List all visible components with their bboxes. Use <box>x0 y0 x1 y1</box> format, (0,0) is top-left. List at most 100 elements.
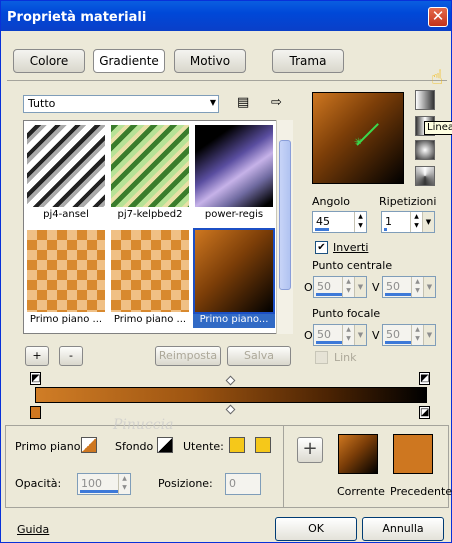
gallery-item-selected[interactable]: Primo piano... <box>193 228 275 328</box>
tab-gradiente[interactable]: Gradiente <box>93 49 165 73</box>
chevron-down-icon[interactable]: ▼ <box>423 325 435 345</box>
gradient-gallery: pj4-ansel pj7-kelpbed2 power-regis Primo… <box>23 120 293 334</box>
foreground-swatch[interactable] <box>81 437 97 453</box>
gallery-item[interactable]: pj7-kelpbed2 <box>109 123 191 223</box>
add-gradient-button[interactable]: + <box>25 346 49 366</box>
gallery-scrollbar[interactable] <box>276 120 293 334</box>
current-label: Corrente <box>337 485 385 498</box>
radial-type-button[interactable] <box>415 166 435 186</box>
save-button[interactable]: Salva <box>227 346 291 366</box>
arrow-right-icon[interactable]: ⇨ <box>271 95 282 110</box>
center-v-value: 50 <box>386 280 400 293</box>
chevron-down-icon[interactable]: ▼ <box>423 277 435 297</box>
gallery-item-label: Primo piano ... <box>109 314 191 328</box>
tab-colore[interactable]: Colore <box>13 49 85 73</box>
chevron-down-icon[interactable]: ▼ <box>422 212 434 232</box>
gradient-editor-bar[interactable] <box>35 387 427 403</box>
linear-type-button[interactable] <box>415 90 435 110</box>
focal-v-spinner[interactable]: 50 ▲ ▼ ▼ <box>382 324 436 346</box>
repeats-spinner[interactable]: 1 ▲ ▼ ▼ <box>381 211 435 233</box>
gallery-item-label: Primo piano... <box>193 314 275 328</box>
filter-value: Tutto <box>28 97 56 110</box>
opacity-stop-right[interactable]: ◩ <box>419 372 430 385</box>
remove-gradient-button[interactable]: - <box>59 346 83 366</box>
tab-trama[interactable]: Trama <box>272 49 344 73</box>
link-checkbox[interactable] <box>315 351 328 364</box>
gallery-item[interactable]: pj4-ansel <box>25 123 107 223</box>
center-v-label: V <box>372 281 380 294</box>
focal-v-level-bar <box>385 341 411 344</box>
chevron-down-icon[interactable]: ▼ <box>354 277 366 297</box>
spin-arrows-icon[interactable]: ▲ ▼ <box>118 474 130 494</box>
reset-button[interactable]: Reimposta <box>155 346 221 366</box>
background-swatch[interactable] <box>157 437 173 453</box>
focal-h-value: 50 <box>317 328 331 341</box>
resource-manager-icon[interactable]: ▤ <box>237 95 249 110</box>
angle-level-bar <box>315 228 329 231</box>
gallery-item[interactable]: power-regis <box>193 123 275 223</box>
thumbnail <box>111 125 189 207</box>
title-bar: Proprietà materiali ✕ <box>1 1 451 31</box>
angle-spinner[interactable]: 45 ▲ ▼ <box>312 211 367 233</box>
window-title: Proprietà materiali <box>7 10 147 25</box>
opacity-midpoint[interactable] <box>225 375 236 386</box>
gallery-item[interactable]: Primo piano ... <box>25 228 107 328</box>
center-h-value: 50 <box>317 280 331 293</box>
gradient-preview[interactable]: ✳ <box>312 92 404 184</box>
opacity-spinner[interactable]: 100 ▲ ▼ <box>77 473 131 495</box>
center-point-icon[interactable]: ✳ <box>354 137 362 148</box>
close-button[interactable]: ✕ <box>428 7 448 27</box>
spin-arrows-icon[interactable]: ▲ ▼ <box>354 212 366 232</box>
spin-arrows-icon[interactable]: ▲ ▼ <box>411 325 423 345</box>
gallery-item[interactable]: Primo piano ... <box>109 228 191 328</box>
help-link[interactable]: Guida <box>17 523 49 536</box>
thumbnail <box>193 228 275 314</box>
repeats-value: 1 <box>385 215 392 228</box>
center-h-label: O <box>304 281 313 294</box>
center-h-level-bar <box>316 293 342 296</box>
opacity-stop-left[interactable]: ◩ <box>30 372 41 385</box>
color-stop-right[interactable]: ◪ <box>419 406 430 419</box>
watermark: Pinuccia <box>113 417 174 433</box>
spin-arrows-icon[interactable]: ▲ ▼ <box>342 277 354 297</box>
tab-motivo[interactable]: Motivo <box>174 49 246 73</box>
cancel-button[interactable]: Annulla <box>362 517 444 541</box>
spin-arrows-icon[interactable]: ▲ ▼ <box>410 212 422 232</box>
previous-swatch[interactable] <box>393 434 433 474</box>
tab-divider <box>7 80 447 81</box>
angle-label: Angolo <box>312 195 350 208</box>
user-color-picker[interactable] <box>255 437 271 453</box>
scrollbar-thumb[interactable] <box>279 140 291 290</box>
thumbnail <box>27 230 105 312</box>
repeats-level-bar <box>384 228 387 231</box>
color-midpoint[interactable] <box>225 404 236 415</box>
spin-arrows-icon[interactable]: ▲ ▼ <box>411 277 423 297</box>
current-gradient-swatch[interactable] <box>338 434 378 474</box>
center-h-spinner[interactable]: 50 ▲ ▼ ▼ <box>313 276 367 298</box>
focal-point-label: Punto focale <box>312 307 381 320</box>
sunburst-type-button[interactable] <box>415 140 435 160</box>
angle-value: 45 <box>316 215 330 228</box>
color-stop-left[interactable] <box>30 406 41 419</box>
chevron-down-icon: ▼ <box>209 98 216 107</box>
gradient-filter-select[interactable]: Tutto ▼ <box>23 95 219 113</box>
invert-checkbox[interactable]: ✔ <box>315 241 328 254</box>
position-field[interactable]: 0 <box>225 473 261 495</box>
gallery-item-label: pj7-kelpbed2 <box>109 209 191 223</box>
chevron-down-icon[interactable]: ▼ <box>354 325 366 345</box>
focal-h-label: O <box>304 329 313 342</box>
hand-pointer-icon: ☝ <box>431 65 444 89</box>
focal-v-value: 50 <box>386 328 400 341</box>
focal-h-spinner[interactable]: 50 ▲ ▼ ▼ <box>313 324 367 346</box>
user-swatch[interactable] <box>229 437 245 453</box>
ok-button[interactable]: OK <box>275 517 357 541</box>
opacity-value: 100 <box>81 477 102 490</box>
spin-arrows-icon[interactable]: ▲ ▼ <box>342 325 354 345</box>
thumbnail <box>111 230 189 312</box>
center-v-spinner[interactable]: 50 ▲ ▼ ▼ <box>382 276 436 298</box>
focal-v-label: V <box>372 329 380 342</box>
opacity-label: Opacità: <box>15 477 62 490</box>
gallery-item-label: pj4-ansel <box>25 209 107 223</box>
thumbnail <box>195 125 273 207</box>
add-swatch-button[interactable]: + <box>297 437 323 463</box>
